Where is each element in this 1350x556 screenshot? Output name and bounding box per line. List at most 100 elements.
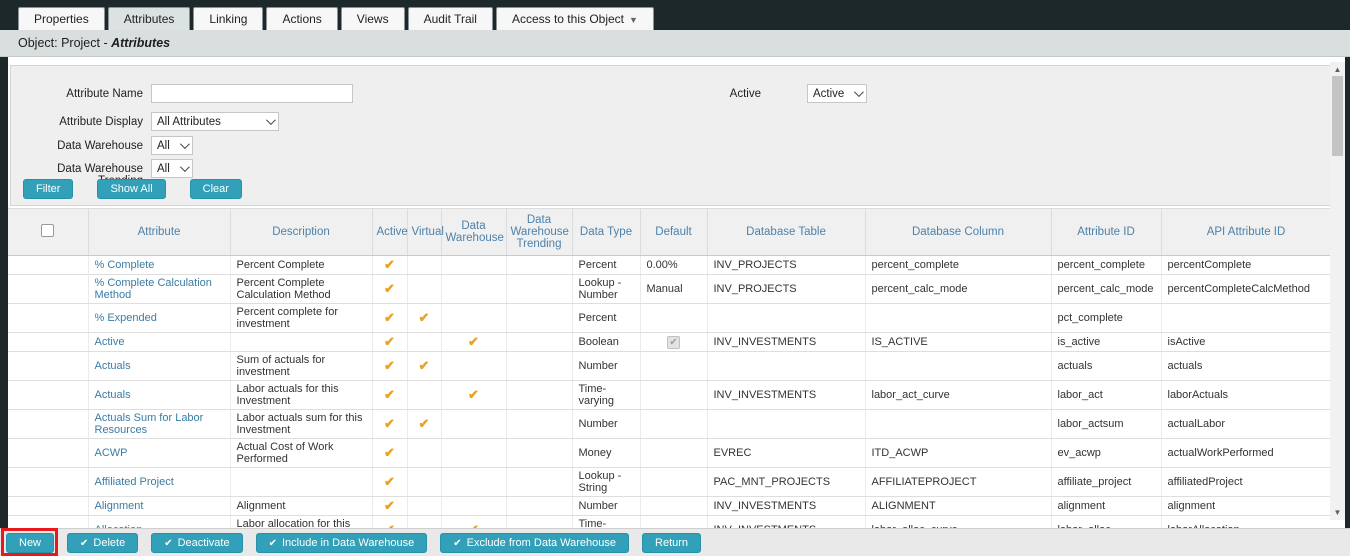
data-warehouse-trending-filter-select[interactable]: All [151, 159, 193, 178]
column-header-default[interactable]: Default [640, 209, 707, 256]
row-select-cell [8, 410, 88, 439]
tab-attributes[interactable]: Attributes [108, 7, 191, 30]
database-table-cell: INV_PROJECTS [707, 256, 865, 275]
tab-linking[interactable]: Linking [193, 7, 263, 30]
column-header-api-attribute-id[interactable]: API Attribute ID [1161, 209, 1331, 256]
data-type-cell: Percent [572, 304, 640, 333]
scroll-up-icon[interactable]: ▲ [1330, 62, 1345, 77]
active-cell: ✔ [372, 304, 407, 333]
check-icon: ✔ [269, 538, 277, 549]
button-label: Return [655, 537, 688, 549]
api-attribute-id-cell: alignment [1161, 497, 1331, 516]
check-icon: ✔ [453, 538, 461, 549]
tab-properties[interactable]: Properties [18, 7, 105, 30]
button-label: Include in Data Warehouse [282, 537, 414, 549]
attribute-link[interactable]: Actuals [88, 352, 230, 381]
clear-button[interactable]: Clear [190, 179, 242, 199]
attribute-link[interactable]: % Complete Calculation Method [88, 275, 230, 304]
checkmark-icon: ✔ [384, 358, 395, 373]
column-header-data-warehouse[interactable]: Data Warehouse [441, 209, 506, 256]
database-column-cell [865, 410, 1051, 439]
attribute-name-input[interactable] [151, 84, 353, 103]
virtual-cell [407, 333, 441, 352]
active-filter-label: Active [629, 88, 761, 100]
new-button[interactable]: New [6, 533, 54, 553]
description-cell: Labor actuals for this Investment [230, 381, 372, 410]
active-cell: ✔ [372, 275, 407, 304]
top-bar: PropertiesAttributesLinkingActionsViewsA… [0, 0, 1350, 30]
checkmark-icon: ✔ [384, 445, 395, 460]
attribute-id-cell: labor_alloc [1051, 516, 1161, 529]
include-in-data-warehouse-button[interactable]: ✔ Include in Data Warehouse [256, 533, 428, 553]
object-title-bar: Object: Project - Attributes [0, 30, 1350, 57]
database-column-cell: labor_act_curve [865, 381, 1051, 410]
description-cell [230, 468, 372, 497]
api-attribute-id-cell: actualWorkPerformed [1161, 439, 1331, 468]
attribute-name-label: Attribute Name [11, 88, 143, 100]
tab-access-to-this-object[interactable]: Access to this Object▼ [496, 7, 654, 30]
select-all-checkbox[interactable] [41, 224, 54, 237]
column-header-description[interactable]: Description [230, 209, 372, 256]
attribute-link[interactable]: Actuals Sum for Labor Resources [88, 410, 230, 439]
attribute-link[interactable]: % Expended [88, 304, 230, 333]
row-select-cell [8, 516, 88, 529]
data-warehouse-cell [441, 410, 506, 439]
column-header-active[interactable]: Active [372, 209, 407, 256]
object-title-current: Attributes [111, 36, 170, 50]
vertical-scrollbar[interactable]: ▲ ▼ [1330, 62, 1345, 520]
active-filter-select[interactable]: Active [807, 84, 867, 103]
attribute-link[interactable]: Allocation [88, 516, 230, 529]
active-cell: ✔ [372, 256, 407, 275]
exclude-from-data-warehouse-button[interactable]: ✔Exclude from Data Warehouse [440, 533, 629, 553]
database-table-cell: INV_INVESTMENTS [707, 516, 865, 529]
database-table-cell: EVREC [707, 439, 865, 468]
virtual-cell [407, 497, 441, 516]
column-header-database-column[interactable]: Database Column [865, 209, 1051, 256]
database-column-cell: labor_alloc_curve [865, 516, 1051, 529]
column-header-attribute-id[interactable]: Attribute ID [1051, 209, 1161, 256]
column-header-data-warehouse-trending[interactable]: Data Warehouse Trending [506, 209, 572, 256]
description-cell [230, 333, 372, 352]
scrollbar-thumb[interactable] [1332, 76, 1343, 156]
attribute-link[interactable]: Actuals [88, 381, 230, 410]
show-all-button[interactable]: Show All [97, 179, 165, 199]
virtual-cell [407, 439, 441, 468]
check-icon: ✔ [164, 538, 172, 549]
tab-label: Attributes [124, 12, 175, 26]
default-cell: 0.00% [640, 256, 707, 275]
filter-button[interactable]: Filter [23, 179, 73, 199]
checkmark-icon: ✔ [384, 257, 395, 272]
api-attribute-id-cell: actuals [1161, 352, 1331, 381]
database-table-cell: PAC_MNT_PROJECTS [707, 468, 865, 497]
deactivate-button[interactable]: ✔Deactivate [151, 533, 242, 553]
attribute-display-select[interactable]: All Attributes [151, 112, 279, 131]
delete-button[interactable]: ✔Delete [67, 533, 138, 553]
scroll-down-icon[interactable]: ▼ [1330, 505, 1345, 520]
table-row: ActualsSum of actuals for investment✔✔Nu… [8, 352, 1331, 381]
attribute-link[interactable]: Active [88, 333, 230, 352]
data-warehouse-filter-select[interactable]: All [151, 136, 193, 155]
active-cell: ✔ [372, 410, 407, 439]
tab-audit-trail[interactable]: Audit Trail [408, 7, 493, 30]
dw-trending-cell [506, 333, 572, 352]
attribute-link[interactable]: Affiliated Project [88, 468, 230, 497]
tab-views[interactable]: Views [341, 7, 405, 30]
database-column-cell: IS_ACTIVE [865, 333, 1051, 352]
attribute-link[interactable]: Alignment [88, 497, 230, 516]
row-select-cell [8, 275, 88, 304]
dw-trending-cell [506, 439, 572, 468]
attribute-link[interactable]: ACWP [88, 439, 230, 468]
checkmark-icon: ✔ [468, 334, 479, 349]
default-cell [640, 304, 707, 333]
data-warehouse-cell: ✔ [441, 516, 506, 529]
active-cell: ✔ [372, 468, 407, 497]
tab-label: Linking [209, 12, 247, 26]
column-header-virtual[interactable]: Virtual [407, 209, 441, 256]
column-header-data-type[interactable]: Data Type [572, 209, 640, 256]
attribute-link[interactable]: % Complete [88, 256, 230, 275]
column-header-attribute[interactable]: Attribute [88, 209, 230, 256]
api-attribute-id-cell: isActive [1161, 333, 1331, 352]
return-button[interactable]: Return [642, 533, 701, 553]
tab-actions[interactable]: Actions [266, 7, 337, 30]
column-header-database-table[interactable]: Database Table [707, 209, 865, 256]
